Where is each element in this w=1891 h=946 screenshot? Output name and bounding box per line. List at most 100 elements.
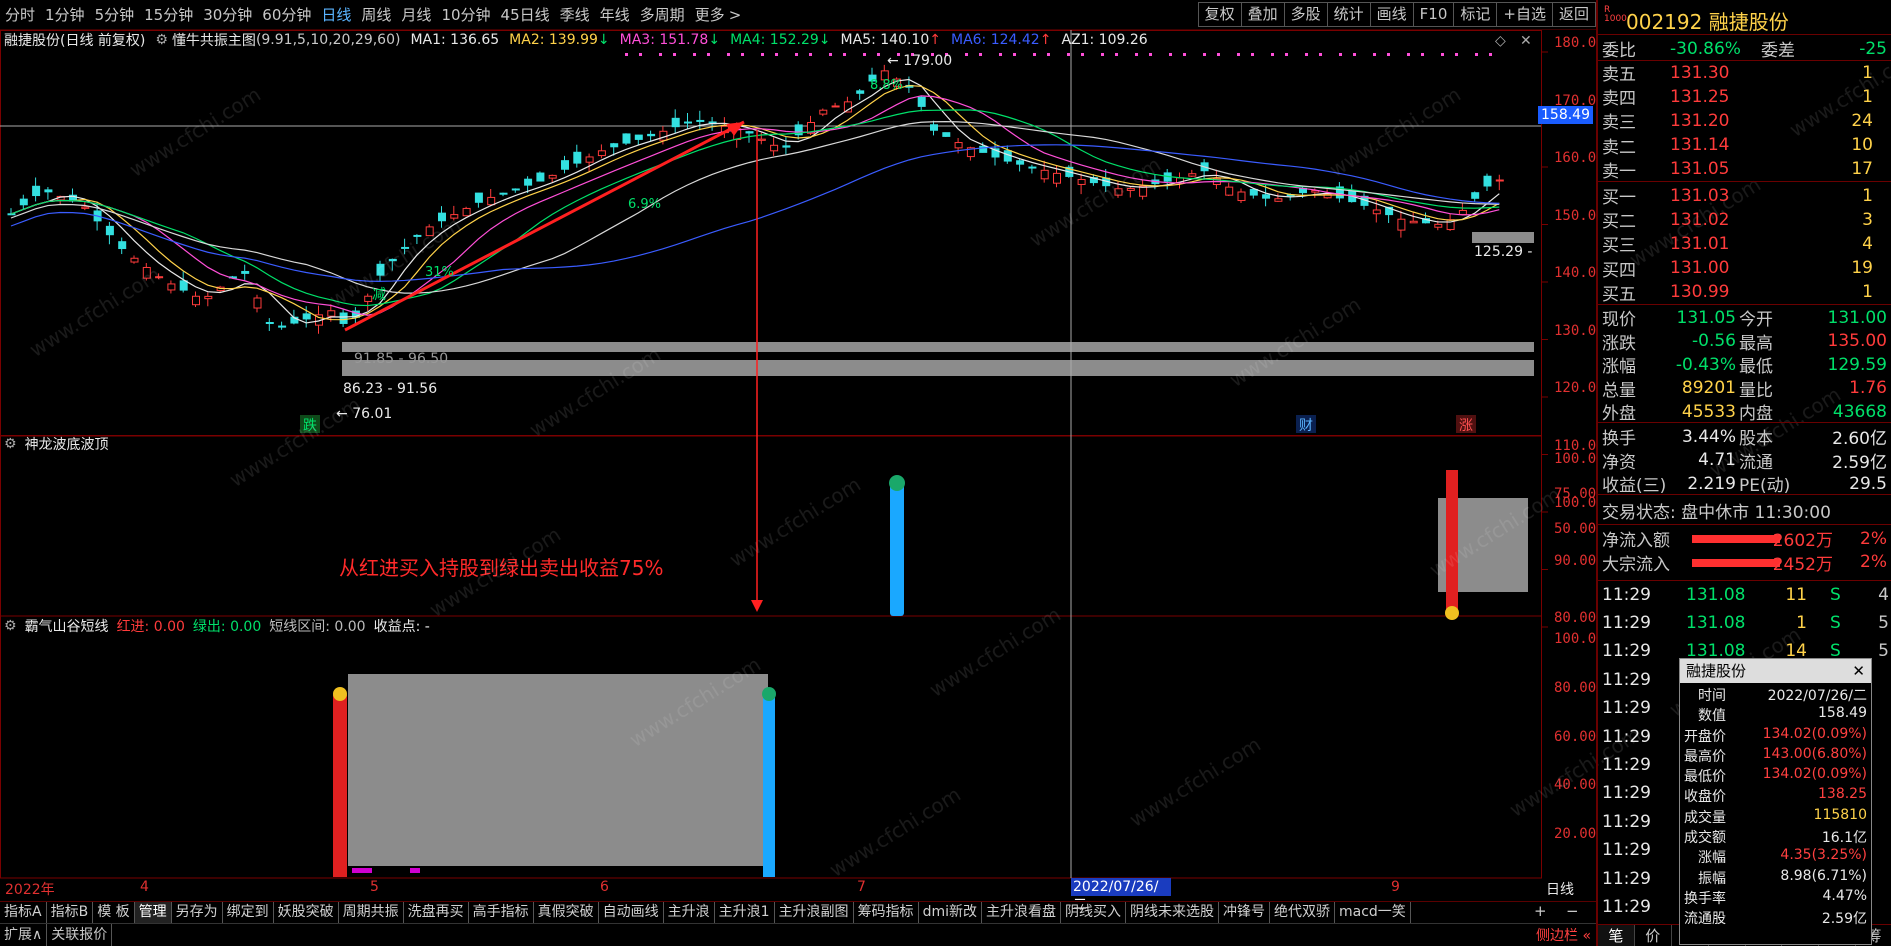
indicator-tab-22[interactable]: macd一笑 [1335, 902, 1411, 923]
add-tab-icon[interactable]: + [1534, 902, 1547, 920]
period-5[interactable]: 60分钟 [257, 4, 316, 25]
stat-label: 量比 [1739, 380, 1773, 401]
book-row[interactable]: 卖二 131.14 10 [1598, 135, 1891, 158]
indicator-tab-21[interactable]: 绝代双骄 [1270, 902, 1335, 923]
toolbar-button-8[interactable]: 返回 [1551, 2, 1596, 27]
panel-tab-1[interactable]: 价 [1635, 925, 1672, 946]
period-13[interactable]: 多周期 [635, 4, 690, 25]
signal-dot [1033, 53, 1036, 56]
indicator-tab-14[interactable]: 主升浪副图 [775, 902, 854, 923]
indicator-tab-10[interactable]: 真假突破 [534, 902, 599, 923]
indicator-tab-5[interactable]: 绑定到 [223, 902, 274, 923]
settings-icon[interactable]: ⚙ [4, 436, 17, 452]
period-6[interactable]: 日线 [316, 4, 356, 25]
period-9[interactable]: 10分钟 [436, 4, 495, 25]
period-11[interactable]: 季线 [555, 4, 595, 25]
indicator-tab-18[interactable]: 阴线买入 [1061, 902, 1126, 923]
period-4[interactable]: 30分钟 [198, 4, 257, 25]
signal-dot [625, 53, 628, 56]
die-badge[interactable]: 跌 [300, 415, 320, 434]
period-7[interactable]: 周线 [356, 4, 396, 25]
zone-lower [342, 360, 1534, 376]
candle-body [278, 325, 287, 328]
book-row[interactable]: 卖三 131.20 24 [1598, 110, 1891, 134]
indicator-tab-7[interactable]: 周期共振 [339, 902, 404, 923]
indicator-tab-9[interactable]: 高手指标 [469, 902, 534, 923]
book-row[interactable]: 卖四 131.25 1 [1598, 86, 1891, 110]
indicator-tab-0[interactable]: 指标A [0, 902, 47, 923]
signal-dot [1407, 53, 1410, 56]
remove-tab-icon[interactable]: − [1566, 902, 1579, 920]
zhang-badge[interactable]: 涨 [1456, 415, 1476, 434]
period-8[interactable]: 月线 [396, 4, 436, 25]
indicator-tab-4[interactable]: 另存为 [172, 902, 223, 923]
sub1-name[interactable]: 神龙波底波顶 [25, 434, 109, 454]
duan-label: 短线区间: 0.00 [269, 619, 366, 635]
book-row[interactable]: 买一 131.03 1 [1598, 185, 1891, 209]
period-3[interactable]: 15分钟 [139, 4, 198, 25]
toolbar-button-4[interactable]: 画线 [1369, 2, 1414, 27]
book-volume: 1 [1862, 282, 1873, 303]
book-row[interactable]: 买三 131.01 4 [1598, 233, 1891, 257]
indicator-tab-2[interactable]: 模 板 [93, 902, 135, 923]
sub2-name[interactable]: 霸气山谷短线 [25, 616, 109, 636]
flow-label: 净流入额 [1602, 531, 1670, 551]
panel-tab-0[interactable]: 笔 [1598, 925, 1635, 946]
toolbar-button-1[interactable]: 叠加 [1240, 2, 1285, 27]
period-1[interactable]: 1分钟 [40, 4, 90, 25]
period-2[interactable]: 5分钟 [90, 4, 140, 25]
cai-badge[interactable]: 财 [1296, 415, 1316, 434]
toolbar-button-3[interactable]: 统计 [1326, 2, 1371, 27]
indicator-tab-20[interactable]: 冲锋号 [1219, 902, 1270, 923]
toolbar-button-2[interactable]: 多股 [1283, 2, 1328, 27]
side-panel-toggle[interactable]: 侧边栏 « [1536, 925, 1591, 945]
diamond-icon[interactable]: ◇ [1495, 33, 1506, 49]
indicator-tab-19[interactable]: 阴线未来选股 [1126, 902, 1219, 923]
settings-icon[interactable]: ⚙ [4, 618, 17, 634]
book-row[interactable]: 卖一 131.05 17 [1598, 159, 1891, 182]
stat-row: 涨跌 -0.56 最高 135.00 [1598, 331, 1891, 354]
expand-button[interactable]: 扩展∧ [0, 924, 48, 946]
more-chevron-icon[interactable]: > [724, 6, 747, 24]
indicator-tab-15[interactable]: 筹码指标 [854, 902, 919, 923]
indicator-tab-3[interactable]: 管理 [134, 902, 172, 923]
ma-value-3: MA4: 152.29↓ [730, 32, 830, 48]
book-row[interactable]: 买四 131.00 19 [1598, 258, 1891, 281]
book-row[interactable]: 买五 130.99 1 [1598, 282, 1891, 305]
indicator-tab-8[interactable]: 洗盘再买 [404, 902, 469, 923]
indicator-tab-16[interactable]: dmi新改 [919, 902, 982, 923]
book-row[interactable]: 卖五 131.30 1 [1598, 62, 1891, 86]
indicator-tab-17[interactable]: 主升浪看盘 [982, 902, 1061, 923]
axis-label: 100.0 [1554, 451, 1597, 467]
indicator-tab-12[interactable]: 主升浪 [664, 902, 715, 923]
indicator-tab-6[interactable]: 妖股突破 [274, 902, 339, 923]
signal-dot [775, 53, 778, 56]
book-row[interactable]: 买二 131.02 3 [1598, 209, 1891, 233]
toolbar-button-7[interactable]: +自选 [1496, 2, 1553, 27]
signal-dot [863, 53, 866, 56]
indicator-tab-1[interactable]: 指标B [47, 902, 94, 923]
indicator-tab-11[interactable]: 自动画线 [599, 902, 664, 923]
related-quote-button[interactable]: 关联报价 [47, 924, 113, 946]
signal-dot [1217, 53, 1220, 56]
period-10[interactable]: 45日线 [496, 4, 555, 25]
toolbar-button-0[interactable]: 复权 [1197, 2, 1242, 27]
period-12[interactable]: 年线 [595, 4, 635, 25]
indicator-name[interactable]: 懂牛共振主图 [172, 30, 256, 50]
wave-bottom-bar [1446, 470, 1458, 616]
book-level: 卖三 [1602, 113, 1636, 134]
axis-label: 80.00 [1554, 679, 1597, 696]
toolbar-button-6[interactable]: 标记 [1453, 2, 1498, 27]
period-0[interactable]: 分时 [0, 4, 40, 25]
stat-row: 现价 131.05 今开 131.00 [1598, 307, 1891, 331]
close-chart-icon[interactable]: ✕ [1520, 33, 1532, 49]
ma-line [10, 95, 1500, 316]
indicator-tab-13[interactable]: 主升浪1 [715, 902, 775, 923]
candle-body [1126, 188, 1135, 191]
tick-time: 11:29 [1602, 868, 1651, 889]
toolbar-button-5[interactable]: F10 [1412, 2, 1455, 27]
chart-canvas[interactable] [0, 30, 1596, 901]
settings-icon[interactable]: ⚙ [155, 32, 168, 48]
close-icon[interactable]: ✕ [1852, 659, 1865, 683]
stat-label: 净资 [1602, 452, 1636, 473]
